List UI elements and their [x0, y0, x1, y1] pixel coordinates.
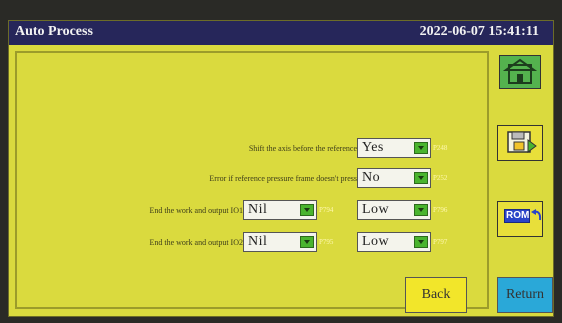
floppy-disk-icon: [507, 131, 537, 153]
page-title: Auto Process: [15, 24, 93, 39]
back-button[interactable]: Back: [405, 277, 467, 313]
dropdown-arrow-icon[interactable]: [414, 204, 428, 216]
title-bar: Auto Process 2022-06-07 15:41:11: [9, 21, 553, 45]
output-io2-level-value: Low: [362, 234, 390, 249]
param-code: P795: [319, 238, 334, 246]
param-code: P794: [319, 206, 334, 214]
rom-chip-icon: ROM: [504, 209, 530, 223]
output-io2-level-select[interactable]: Low: [357, 232, 431, 252]
rom-label: ROM: [506, 210, 530, 221]
dropdown-arrow-icon[interactable]: [414, 142, 428, 154]
touch-screen: Auto Process 2022-06-07 15:41:11 Shift t…: [8, 20, 554, 317]
shift-axis-value: Yes: [362, 140, 384, 155]
dropdown-arrow-icon[interactable]: [300, 236, 314, 248]
output-io2-port-select[interactable]: Nil: [243, 232, 317, 252]
dropdown-arrow-icon[interactable]: [414, 172, 428, 184]
settings-panel: Shift the axis before the reference Yes …: [15, 51, 489, 309]
output-io1-level-value: Low: [362, 202, 390, 217]
reference-error-select[interactable]: No: [357, 168, 431, 188]
dropdown-arrow-icon[interactable]: [300, 204, 314, 216]
row-label-reference-error: Error if reference pressure frame doesn'…: [209, 174, 357, 183]
save-button[interactable]: [497, 125, 543, 161]
output-io2-port-value: Nil: [248, 234, 268, 249]
row-label-shift-axis: Shift the axis before the reference: [248, 144, 357, 153]
param-code: P252: [433, 174, 448, 182]
shift-axis-select[interactable]: Yes: [357, 138, 431, 158]
output-io1-port-select[interactable]: Nil: [243, 200, 317, 220]
return-button[interactable]: Return: [497, 277, 553, 313]
param-code: P797: [433, 238, 448, 246]
home-button[interactable]: [499, 55, 541, 89]
param-code: P248: [433, 144, 448, 152]
recover-button[interactable]: ROM: [497, 201, 543, 237]
dropdown-arrow-icon[interactable]: [414, 236, 428, 248]
reference-error-value: No: [362, 170, 381, 185]
undo-arrow-icon: [531, 209, 542, 221]
datetime-display: 2022-06-07 15:41:11: [419, 24, 539, 39]
output-io1-level-select[interactable]: Low: [357, 200, 431, 220]
house-icon: [502, 58, 538, 84]
output-io1-port-value: Nil: [248, 202, 268, 217]
param-code: P796: [433, 206, 448, 214]
row-label-output-io1: End the work and output IO1: [149, 206, 243, 215]
row-label-output-io2: End the work and output IO2: [149, 238, 243, 247]
